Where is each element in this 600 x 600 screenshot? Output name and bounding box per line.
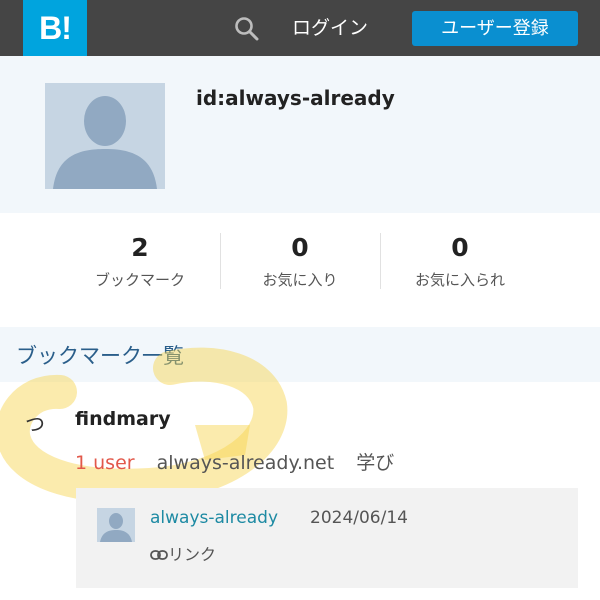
- bookmark-list-header: ブックマーク一覧: [0, 327, 600, 382]
- stat-label: お気に入られ: [414, 271, 505, 289]
- user-id: id:always-already: [196, 86, 395, 110]
- user-avatar-icon: [45, 83, 165, 189]
- entry-domain[interactable]: always-already.net: [157, 452, 335, 474]
- hatena-logo[interactable]: B!: [23, 0, 87, 56]
- profile-section: id:always-already: [0, 56, 600, 213]
- search-icon[interactable]: [233, 15, 261, 43]
- entry-meta: 1 user always-already.net 学び: [75, 448, 394, 475]
- signup-button[interactable]: ユーザー登録: [412, 11, 578, 46]
- comment-date: 2024/06/14: [310, 508, 408, 528]
- login-link[interactable]: ログイン: [292, 0, 368, 56]
- section-title: ブックマーク一覧: [16, 344, 184, 368]
- stat-count: 2: [131, 233, 149, 262]
- stat-label: お気に入り: [262, 271, 338, 289]
- comment-username[interactable]: always-already: [150, 508, 278, 528]
- comment-link[interactable]: リンク: [150, 541, 216, 565]
- stats-bar: 2 ブックマーク 0 お気に入り 0 お気に入られ: [0, 213, 600, 327]
- stat-label: ブックマーク: [94, 271, 185, 289]
- stat-count: 0: [451, 233, 469, 262]
- entry-title[interactable]: findmary: [75, 408, 171, 430]
- stat-favorited-by[interactable]: 0 お気に入られ: [380, 231, 540, 290]
- entry-favicon: つ: [25, 412, 45, 436]
- bookmark-comment: always-already 2024/06/14 リンク: [76, 488, 578, 588]
- user-avatar-icon[interactable]: [97, 508, 135, 542]
- entry-category[interactable]: 学び: [356, 452, 394, 474]
- top-bar: B! ログイン ユーザー登録: [0, 0, 600, 56]
- entry-users-count[interactable]: 1 user: [75, 452, 135, 474]
- link-label: リンク: [168, 545, 217, 564]
- link-icon: [150, 550, 168, 560]
- stat-count: 0: [291, 233, 309, 262]
- stat-favorites[interactable]: 0 お気に入り: [220, 231, 380, 290]
- stat-bookmarks[interactable]: 2 ブックマーク: [60, 231, 220, 290]
